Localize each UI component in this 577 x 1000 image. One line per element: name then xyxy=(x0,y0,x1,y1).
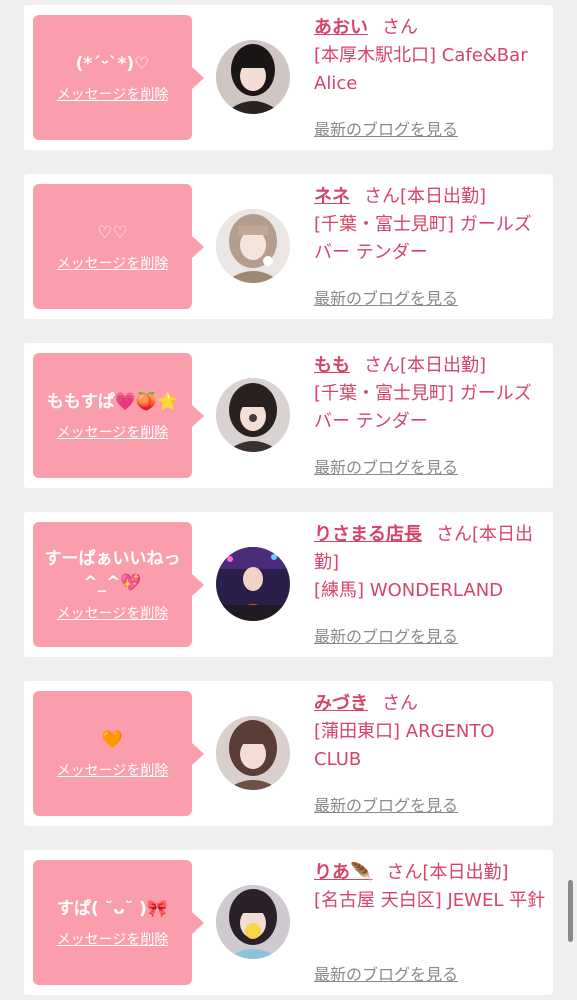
message-card: ♡♡ メッセージを削除 ネネ さん[本日出勤] [千葉・富士見町] ガールズバー … xyxy=(24,174,553,319)
avatar[interactable] xyxy=(216,40,290,114)
message-bubble: (*ˊᵕˋ*)♡ メッセージを削除 xyxy=(33,15,204,140)
scrollbar[interactable] xyxy=(568,880,573,942)
sender-info: あおい さん [本厚木駅北口] Cafe&Bar Alice xyxy=(314,14,546,98)
message-bubble: 🧡 メッセージを削除 xyxy=(33,691,204,816)
message-card: 🧡 メッセージを削除 みづき さん [蒲田東口] ARGENTO CLUB 最新の… xyxy=(24,681,553,826)
sender-name-link[interactable]: りあ🪶 xyxy=(314,862,372,883)
avatar[interactable] xyxy=(216,885,290,959)
honorific-label: さん xyxy=(386,862,423,883)
honorific-label: さん xyxy=(436,524,472,545)
sender-name-link[interactable]: あおい xyxy=(314,17,368,38)
status-label: [本日出勤] xyxy=(422,862,509,883)
sender-info: りさまる店長 さん[本日出勤] [練馬] WONDERLAND xyxy=(314,521,546,605)
shop-location: [千葉・富士見町] ガールズバー テンダー xyxy=(314,383,532,432)
delete-message-link[interactable]: メッセージを削除 xyxy=(57,84,169,104)
shop-location: [練馬] WONDERLAND xyxy=(314,580,504,601)
status-label: [本日出勤] xyxy=(400,186,487,207)
honorific-label: さん xyxy=(364,355,400,376)
shop-location: [蒲田東口] ARGENTO CLUB xyxy=(314,721,495,770)
shop-location: [名古屋 天白区] JEWEL 平針 xyxy=(314,890,546,911)
message-bubble: ♡♡ メッセージを削除 xyxy=(33,184,204,309)
message-card: ももすぱ💗🍑⭐ メッセージを削除 もも さん[本日出勤] [千葉・富士見町] ガー… xyxy=(24,343,553,488)
avatar[interactable] xyxy=(216,209,290,283)
shop-location: [千葉・富士見町] ガールズバー テンダー xyxy=(314,214,532,263)
message-card: すーぱぁいいねっ^_^💖 メッセージを削除 りさまる店長 さん[本日出勤] [練馬… xyxy=(24,512,553,657)
message-text: 🧡 xyxy=(101,729,124,750)
message-text: すーぱぁいいねっ^_^💖 xyxy=(44,548,181,593)
message-text: ももすぱ💗🍑⭐ xyxy=(46,391,179,412)
message-card: すぱ( ˘ᴗ˘ )🎀 メッセージを削除 りあ🪶 さん[本日出勤] [名古屋 天白区… xyxy=(24,850,553,995)
honorific-label: さん xyxy=(382,17,418,38)
blog-link[interactable]: 最新のブログを見る xyxy=(314,285,458,309)
message-text: ♡♡ xyxy=(97,222,128,243)
honorific-label: さん xyxy=(364,186,400,207)
sender-name-link[interactable]: みづき xyxy=(314,693,368,714)
message-card: (*ˊᵕˋ*)♡ メッセージを削除 あおい さん [本厚木駅北口] Cafe&Ba… xyxy=(24,5,553,150)
status-label: [本日出勤] xyxy=(400,355,487,376)
blog-link[interactable]: 最新のブログを見る xyxy=(314,454,458,478)
delete-message-link[interactable]: メッセージを削除 xyxy=(57,422,169,442)
sender-name-link[interactable]: もも xyxy=(314,355,350,376)
delete-message-link[interactable]: メッセージを削除 xyxy=(57,760,169,780)
message-text: (*ˊᵕˋ*)♡ xyxy=(75,53,150,74)
blog-link[interactable]: 最新のブログを見る xyxy=(314,116,458,140)
blog-link[interactable]: 最新のブログを見る xyxy=(314,623,458,647)
message-bubble: ももすぱ💗🍑⭐ メッセージを削除 xyxy=(33,353,204,478)
sender-info: りあ🪶 さん[本日出勤] [名古屋 天白区] JEWEL 平針 xyxy=(314,859,546,915)
delete-message-link[interactable]: メッセージを削除 xyxy=(57,253,169,273)
avatar[interactable] xyxy=(216,716,290,790)
sender-info: みづき さん [蒲田東口] ARGENTO CLUB xyxy=(314,690,546,774)
sender-info: ネネ さん[本日出勤] [千葉・富士見町] ガールズバー テンダー xyxy=(314,183,546,267)
message-text: すぱ( ˘ᴗ˘ )🎀 xyxy=(56,898,169,919)
message-bubble: すーぱぁいいねっ^_^💖 メッセージを削除 xyxy=(33,522,204,647)
delete-message-link[interactable]: メッセージを削除 xyxy=(57,603,169,623)
avatar[interactable] xyxy=(216,378,290,452)
honorific-label: さん xyxy=(382,693,418,714)
blog-link[interactable]: 最新のブログを見る xyxy=(314,792,458,816)
sender-name-link[interactable]: ネネ xyxy=(314,186,350,207)
sender-name-link[interactable]: りさまる店長 xyxy=(314,524,422,545)
blog-link[interactable]: 最新のブログを見る xyxy=(314,961,458,985)
delete-message-link[interactable]: メッセージを削除 xyxy=(57,929,169,949)
sender-info: もも さん[本日出勤] [千葉・富士見町] ガールズバー テンダー xyxy=(314,352,546,436)
avatar[interactable] xyxy=(216,547,290,621)
shop-location: [本厚木駅北口] Cafe&Bar Alice xyxy=(314,45,528,94)
message-bubble: すぱ( ˘ᴗ˘ )🎀 メッセージを削除 xyxy=(33,860,204,985)
